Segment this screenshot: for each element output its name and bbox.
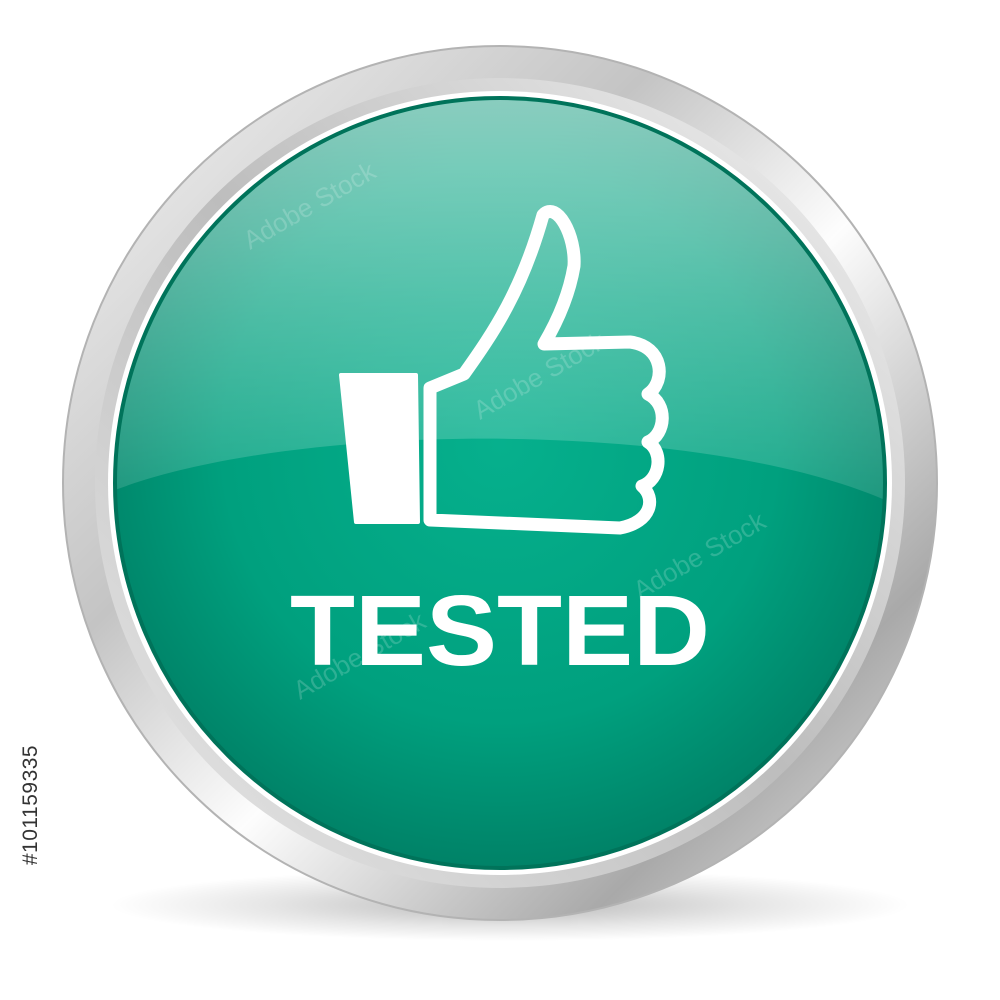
tested-badge[interactable]: Adobe Stock Adobe Stock Adobe Stock Adob…: [0, 0, 1000, 1000]
icon-canvas: Adobe Stock Adobe Stock Adobe Stock Adob…: [0, 0, 1000, 1000]
stock-id-text: #101159335: [19, 744, 42, 866]
badge-label: TESTED: [290, 575, 710, 687]
